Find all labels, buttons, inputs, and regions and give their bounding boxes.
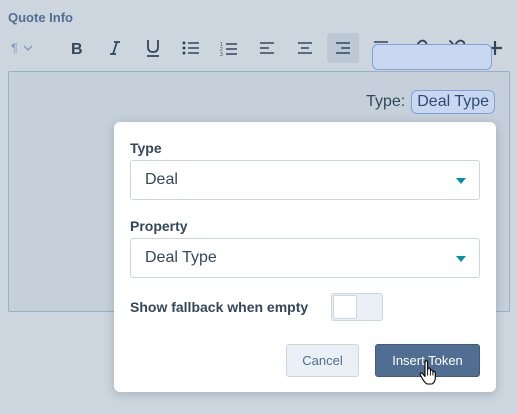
insert-token-popover: Type Deal Property Deal Type Show fallba… <box>114 122 496 392</box>
bulleted-list-icon <box>182 41 199 55</box>
svg-text:3: 3 <box>220 52 223 56</box>
token-line: Type: Deal Type <box>366 90 495 114</box>
fallback-toggle-label: Show fallback when empty <box>130 299 309 315</box>
toggle-knob <box>333 295 357 319</box>
caret-down-icon <box>456 178 466 184</box>
paragraph-icon: ¶ <box>11 41 18 55</box>
token-chip-placeholder <box>372 44 492 70</box>
property-select-value: Deal Type <box>145 249 217 266</box>
cancel-button[interactable]: Cancel <box>286 344 359 377</box>
property-select[interactable]: Deal Type <box>130 238 480 278</box>
underline-button[interactable] <box>137 33 169 63</box>
bold-button[interactable]: B <box>61 33 93 63</box>
italic-icon <box>110 41 120 55</box>
align-left-icon <box>260 42 274 54</box>
numbered-list-button[interactable]: 123 <box>213 33 245 63</box>
type-select-value: Deal <box>145 171 178 188</box>
align-center-icon <box>298 42 312 54</box>
align-center-button[interactable] <box>289 33 321 63</box>
type-label: Type <box>130 140 162 156</box>
token-chip[interactable]: Deal Type <box>411 90 495 114</box>
hand-pointer-icon <box>419 360 436 385</box>
caret-down-icon <box>456 256 466 262</box>
underline-icon <box>147 40 159 57</box>
bold-icon: B <box>71 41 83 56</box>
numbered-list-icon: 123 <box>220 42 237 56</box>
svg-text:B: B <box>71 41 83 56</box>
chevron-down-icon <box>23 45 33 51</box>
italic-button[interactable] <box>99 33 131 63</box>
type-select[interactable]: Deal <box>130 160 480 200</box>
align-right-icon <box>336 42 350 54</box>
fallback-toggle[interactable] <box>331 293 383 321</box>
align-left-button[interactable] <box>251 33 283 63</box>
paragraph-format-dropdown[interactable]: ¶ <box>6 33 38 63</box>
align-right-button[interactable] <box>327 33 359 63</box>
property-label: Property <box>130 218 188 234</box>
token-prefix-label: Type: <box>366 93 406 110</box>
bulleted-list-button[interactable] <box>175 33 207 63</box>
section-title: Quote Info <box>8 10 73 25</box>
